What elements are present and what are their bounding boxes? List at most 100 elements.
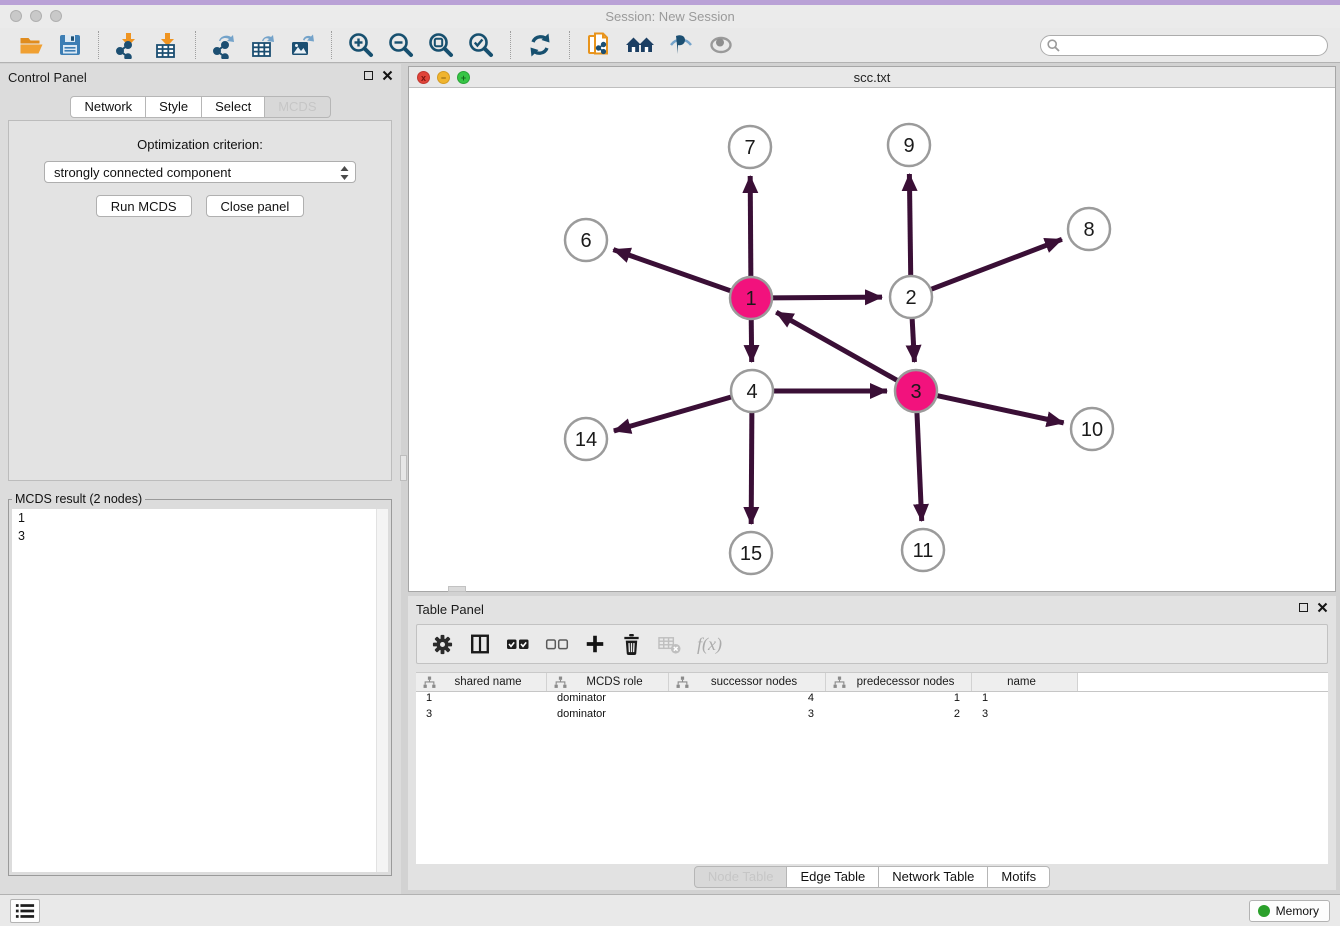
graph-edge-3-11[interactable] bbox=[917, 410, 922, 521]
tab-motifs[interactable]: Motifs bbox=[988, 866, 1050, 888]
network-window-titlebar[interactable]: x − + scc.txt bbox=[409, 67, 1335, 88]
export-network-button[interactable] bbox=[209, 30, 240, 61]
run-mcds-button[interactable]: Run MCDS bbox=[96, 195, 192, 217]
delete-table-icon bbox=[657, 633, 682, 655]
task-history-button[interactable] bbox=[10, 899, 40, 923]
zoom-out-button[interactable] bbox=[385, 29, 417, 61]
cell-shared-name: 1 bbox=[416, 692, 547, 708]
tab-style[interactable]: Style bbox=[146, 96, 202, 118]
cell-name: 1 bbox=[972, 692, 1078, 708]
search-input[interactable] bbox=[1040, 35, 1328, 56]
memory-button[interactable]: Memory bbox=[1249, 900, 1330, 922]
mcds-result-box: MCDS result (2 nodes) 1 3 bbox=[8, 492, 392, 876]
graph-edge-1-2[interactable] bbox=[770, 297, 882, 298]
tab-mcds[interactable]: MCDS bbox=[265, 96, 330, 118]
export-table-button[interactable] bbox=[248, 30, 279, 61]
horizontal-splitter-grip[interactable] bbox=[448, 586, 466, 592]
add-row-button[interactable] bbox=[584, 633, 606, 655]
zoom-in-button[interactable] bbox=[345, 29, 377, 61]
graph-node-4[interactable]: 4 bbox=[731, 370, 773, 412]
graph-node-11[interactable]: 11 bbox=[902, 529, 944, 571]
float-table-panel-icon[interactable] bbox=[1299, 603, 1308, 612]
export-table-icon bbox=[250, 32, 277, 59]
tab-network-table[interactable]: Network Table bbox=[879, 866, 988, 888]
graph-edge-2-9[interactable] bbox=[909, 174, 910, 278]
delete-rows-button[interactable] bbox=[621, 633, 642, 656]
graph-node-8[interactable]: 8 bbox=[1068, 208, 1110, 250]
table-panel: Table Panel bbox=[408, 596, 1336, 890]
network-canvas[interactable]: 1 2 3 4 6 7 8 9 10 11 14 15 bbox=[409, 88, 1335, 591]
mcds-result-area[interactable]: 1 3 bbox=[12, 509, 388, 872]
deselect-all-icon bbox=[545, 637, 569, 651]
hide-graphics-details-button[interactable] bbox=[665, 29, 697, 61]
deselect-all-button[interactable] bbox=[545, 637, 569, 651]
delete-table-button[interactable] bbox=[657, 633, 682, 655]
graph-node-10[interactable]: 10 bbox=[1071, 408, 1113, 450]
graph-node-9[interactable]: 9 bbox=[888, 124, 930, 166]
tab-select[interactable]: Select bbox=[202, 96, 265, 118]
save-session-button[interactable] bbox=[55, 30, 85, 60]
graph-edge-3-10[interactable] bbox=[935, 395, 1064, 423]
select-all-button[interactable] bbox=[506, 637, 530, 651]
graph-node-1[interactable]: 1 bbox=[730, 277, 772, 319]
apply-layout-button[interactable] bbox=[524, 29, 556, 61]
column-header-shared-name[interactable]: shared name bbox=[416, 673, 547, 691]
function-builder-button[interactable]: f(x) bbox=[697, 634, 722, 655]
close-table-panel-icon[interactable] bbox=[1317, 602, 1328, 613]
svg-text:6: 6 bbox=[580, 230, 591, 252]
graph-node-14[interactable]: 14 bbox=[565, 418, 607, 460]
close-panel-button[interactable]: Close panel bbox=[206, 195, 305, 217]
float-panel-icon[interactable] bbox=[364, 71, 373, 80]
tab-network[interactable]: Network bbox=[70, 96, 146, 118]
home-icon bbox=[625, 32, 655, 58]
status-bar: Memory bbox=[0, 894, 1340, 926]
graph-node-3[interactable]: 3 bbox=[895, 370, 937, 412]
graph-edge-4-15[interactable] bbox=[751, 410, 752, 524]
import-table-button[interactable] bbox=[151, 30, 182, 61]
clone-network-button[interactable] bbox=[583, 29, 615, 61]
clone-network-icon bbox=[585, 31, 613, 59]
table-options-button[interactable] bbox=[431, 633, 454, 656]
criterion-select[interactable]: strongly connected component bbox=[44, 161, 356, 183]
graph-node-6[interactable]: 6 bbox=[565, 219, 607, 261]
graph-node-7[interactable]: 7 bbox=[729, 126, 771, 168]
graph-node-2[interactable]: 2 bbox=[890, 276, 932, 318]
network-view-window: x − + scc.txt 1 2 3 4 6 7 8 9 10 11 14 15 bbox=[408, 66, 1336, 592]
export-image-button[interactable] bbox=[287, 30, 318, 61]
pane-divider-handle[interactable] bbox=[400, 455, 407, 481]
reset-home-button[interactable] bbox=[623, 30, 657, 60]
cell-predecessor-nodes: 2 bbox=[826, 708, 972, 724]
close-panel-icon[interactable] bbox=[382, 70, 393, 81]
svg-text:9: 9 bbox=[903, 135, 914, 157]
graph-edge-1-7[interactable] bbox=[750, 176, 751, 279]
open-session-button[interactable] bbox=[16, 30, 47, 60]
graph-edge-2-3[interactable] bbox=[912, 316, 914, 362]
app-titlebar: Session: New Session bbox=[0, 5, 1340, 28]
graph-edge-4-14[interactable] bbox=[614, 396, 734, 431]
graph-edge-2-8[interactable] bbox=[929, 239, 1062, 290]
show-graphics-details-button[interactable] bbox=[705, 29, 737, 61]
svg-text:14: 14 bbox=[575, 429, 597, 451]
table-row[interactable]: 3 dominator 3 2 3 bbox=[416, 708, 1328, 724]
column-header-name[interactable]: name bbox=[972, 673, 1078, 691]
svg-text:4: 4 bbox=[746, 381, 757, 403]
import-network-button[interactable] bbox=[112, 30, 143, 61]
svg-text:10: 10 bbox=[1081, 419, 1103, 441]
column-visibility-button[interactable] bbox=[469, 633, 491, 655]
result-scrollbar[interactable] bbox=[376, 509, 388, 872]
column-header-successor-nodes[interactable]: successor nodes bbox=[669, 673, 826, 691]
column-header-mcds-role[interactable]: MCDS role bbox=[547, 673, 669, 691]
mcds-tab-content: Optimization criterion: strongly connect… bbox=[8, 120, 392, 481]
graph-node-15[interactable]: 15 bbox=[730, 532, 772, 574]
column-header-predecessor-nodes[interactable]: predecessor nodes bbox=[826, 673, 972, 691]
table-row[interactable]: 1 dominator 4 1 1 bbox=[416, 692, 1328, 708]
cell-predecessor-nodes: 1 bbox=[826, 692, 972, 708]
zoom-selected-button[interactable] bbox=[465, 29, 497, 61]
graph-edge-3-1[interactable] bbox=[776, 312, 899, 381]
zoom-fit-icon bbox=[427, 31, 455, 59]
zoom-fit-button[interactable] bbox=[425, 29, 457, 61]
optimization-criterion-label: Optimization criterion: bbox=[137, 137, 263, 152]
tab-node-table[interactable]: Node Table bbox=[694, 866, 788, 888]
tab-edge-table[interactable]: Edge Table bbox=[787, 866, 879, 888]
graph-edge-1-6[interactable] bbox=[613, 250, 733, 292]
